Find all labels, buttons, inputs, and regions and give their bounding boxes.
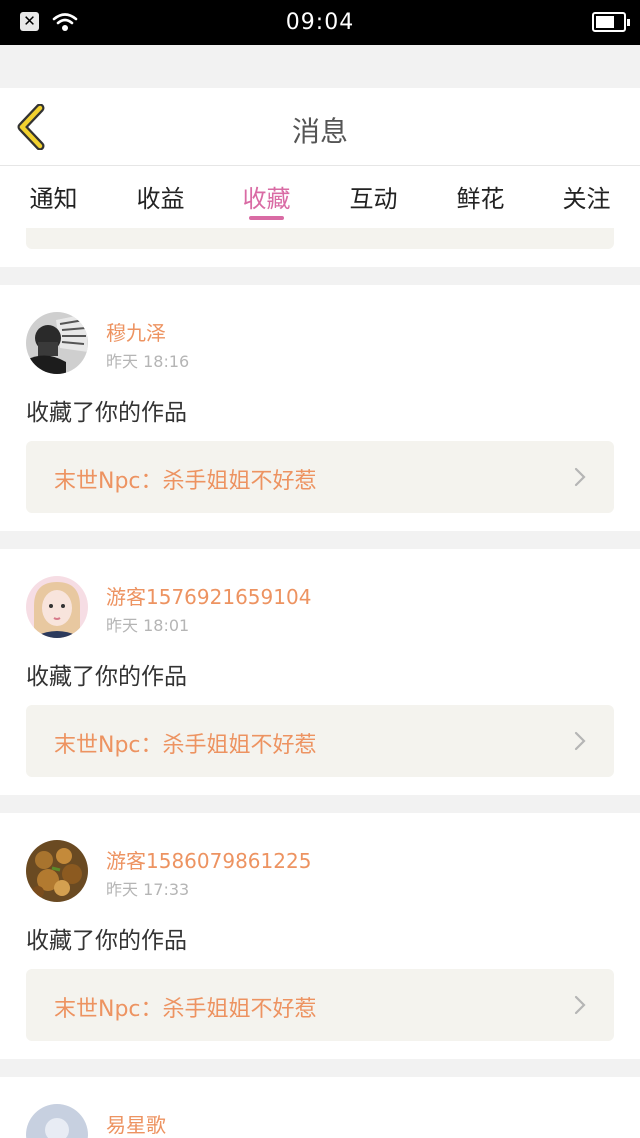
chevron-right-icon xyxy=(574,731,586,751)
chevron-right-icon xyxy=(574,467,586,487)
work-link[interactable]: 末世Npc：杀手姐姐不好惹 xyxy=(26,969,614,1041)
message-card: 穆九泽 昨天 18:16 收藏了你的作品 末世Npc：杀手姐姐不好惹 xyxy=(0,285,640,531)
work-link-partial[interactable] xyxy=(26,228,614,249)
tab-notifications[interactable]: 通知 xyxy=(0,166,107,228)
active-tab-indicator xyxy=(249,216,284,220)
avatar[interactable] xyxy=(26,840,88,902)
message-card: 游客1576921659104 昨天 18:01 收藏了你的作品 末世Npc：杀… xyxy=(0,549,640,795)
tab-label: 收藏 xyxy=(242,185,291,213)
avatar[interactable] xyxy=(26,1104,88,1138)
username[interactable]: 穆九泽 xyxy=(106,317,166,346)
battery-icon xyxy=(592,12,630,32)
page-title: 消息 xyxy=(291,115,348,148)
tab-label: 关注 xyxy=(562,185,611,213)
timestamp: 昨天 18:01 xyxy=(106,616,190,635)
avatar[interactable] xyxy=(26,312,88,374)
tab-earnings[interactable]: 收益 xyxy=(107,166,214,228)
username[interactable]: 游客1576921659104 xyxy=(106,581,311,610)
tab-bar: 通知 收益 收藏 互动 鲜花 关注 xyxy=(0,166,640,228)
message-card: 易星歌 xyxy=(0,1077,640,1138)
tab-interactions[interactable]: 互动 xyxy=(320,166,427,228)
timestamp: 昨天 17:33 xyxy=(106,880,190,899)
tab-flowers[interactable]: 鲜花 xyxy=(427,166,534,228)
message-card: 游客1586079861225 昨天 17:33 收藏了你的作品 末世Npc：杀… xyxy=(0,813,640,1059)
action-text: 收藏了你的作品 xyxy=(26,928,187,954)
work-title: 末世Npc：杀手姐姐不好惹 xyxy=(54,469,317,494)
nav-header: 消息 xyxy=(0,88,640,166)
tab-label: 互动 xyxy=(349,185,398,213)
action-text: 收藏了你的作品 xyxy=(26,400,187,426)
chevron-right-icon xyxy=(574,995,586,1015)
tab-label: 鲜花 xyxy=(456,185,505,213)
work-title: 末世Npc：杀手姐姐不好惹 xyxy=(54,997,317,1022)
tab-favorites[interactable]: 收藏 xyxy=(213,166,320,228)
tab-label: 收益 xyxy=(136,185,185,213)
status-time: 09:04 xyxy=(285,10,355,35)
work-link[interactable]: 末世Npc：杀手姐姐不好惹 xyxy=(26,441,614,513)
timestamp: 昨天 18:16 xyxy=(106,352,190,371)
tab-follows[interactable]: 关注 xyxy=(533,166,640,228)
avatar[interactable] xyxy=(26,576,88,638)
work-link[interactable]: 末世Npc：杀手姐姐不好惹 xyxy=(26,705,614,777)
message-card-partial xyxy=(0,228,640,267)
tab-label: 通知 xyxy=(29,185,78,213)
username[interactable]: 易星歌 xyxy=(106,1109,166,1138)
action-text: 收藏了你的作品 xyxy=(26,664,187,690)
username[interactable]: 游客1586079861225 xyxy=(106,845,311,874)
work-title: 末世Npc：杀手姐姐不好惹 xyxy=(54,733,317,758)
status-bar: ✕ 09:04 xyxy=(0,0,640,45)
